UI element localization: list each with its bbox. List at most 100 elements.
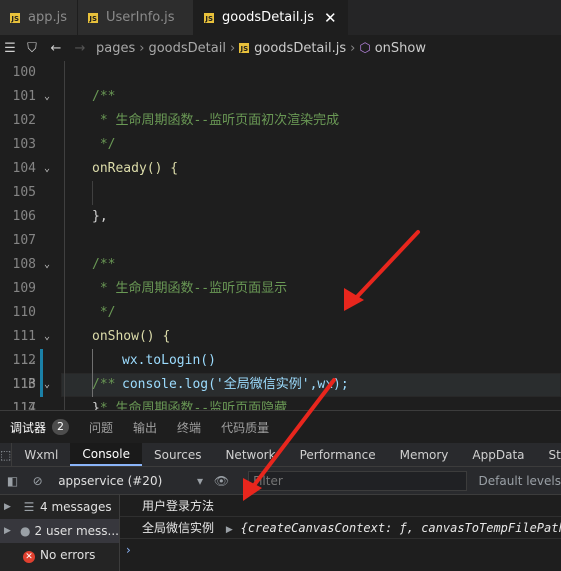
sidebar-item-label: 2 user mess... xyxy=(34,524,119,538)
chevron-right-icon: › xyxy=(139,40,145,56)
line-number: 105 xyxy=(12,185,36,200)
tab-debugger[interactable]: 调试器 2 xyxy=(0,411,79,444)
expand-arrow-icon: ▶ xyxy=(4,502,11,512)
filter-input[interactable] xyxy=(248,470,467,491)
code-text: * 生命周期函数--监听页面初次渲染完成 xyxy=(92,113,340,128)
tab-label: UserInfo.js xyxy=(106,10,175,25)
line-number: 108 xyxy=(12,257,36,272)
console-message[interactable]: 用户登录方法 xyxy=(120,495,561,517)
sidebar-item-label: No errors xyxy=(40,548,96,562)
tab-code-quality[interactable]: 代码质量 xyxy=(211,411,279,444)
sidebar-item-user-messages[interactable]: ▶ ● 2 user mess... xyxy=(0,519,119,543)
sidebar-item-messages[interactable]: ▶ ☰ 4 messages xyxy=(0,495,119,519)
bookmark-icon[interactable]: ⛉ xyxy=(24,41,40,56)
devtools-tab-storage[interactable]: Storag xyxy=(537,443,561,466)
sidebar-item-label: 4 messages xyxy=(40,500,112,514)
tab-output[interactable]: 输出 xyxy=(123,411,167,444)
message-text: 用户登录方法 xyxy=(142,499,215,513)
line-number: 111 xyxy=(12,329,36,344)
tab-label: 终端 xyxy=(177,420,202,435)
code-editor[interactable]: 100 101 ⌄ /** 102 * 生命周期函数--监听页面初次渲染完成 1… xyxy=(0,61,561,410)
devtools-tab-bar: ⬚ Wxml Console Sources Network Performan… xyxy=(0,443,561,467)
breadcrumb-item[interactable]: onShow xyxy=(375,41,426,56)
list-icon: ☰ xyxy=(23,500,35,514)
console-message[interactable]: 全局微信实例 ▶ {createCanvasContext: ƒ, canvas… xyxy=(120,517,561,539)
line-number: 117 xyxy=(12,401,36,410)
code-text: onReady() { xyxy=(92,161,179,176)
expand-arrow-icon[interactable]: ▶ xyxy=(226,525,233,535)
chevron-down-icon[interactable]: ⌄ xyxy=(44,325,50,349)
breadcrumb-item[interactable]: goodsDetail.js xyxy=(254,41,346,56)
code-line: 108 ⌄ /** xyxy=(0,253,561,277)
tab-terminal[interactable]: 终端 xyxy=(167,411,211,444)
code-line: 116 ⌄ /** xyxy=(0,373,561,397)
devtools-tab-sources[interactable]: Sources xyxy=(142,443,213,466)
eye-icon[interactable]: 👁 xyxy=(209,474,234,488)
code-line: 104 ⌄ onReady() { xyxy=(0,157,561,181)
editor-tab-bar: JS app.js JS UserInfo.js JS goodsDetail.… xyxy=(0,0,561,35)
chevron-down-icon[interactable]: ⌄ xyxy=(44,157,50,181)
log-levels-select[interactable]: Default levels xyxy=(479,474,561,488)
devtools-tab-wxml[interactable]: Wxml xyxy=(12,443,70,466)
context-select[interactable]: appservice (#20) ▾ xyxy=(58,474,203,488)
chevron-right-icon: › xyxy=(229,40,236,56)
code-editor-tail: 115 116 ⌄ /** 117 * 生命周期函数--监听页面隐藏 xyxy=(0,361,561,410)
tab-label: 输出 xyxy=(133,420,158,435)
object-preview[interactable]: {createCanvasContext: ƒ, canvasToTempFil… xyxy=(241,521,561,535)
expand-arrow-icon: ▶ xyxy=(4,526,11,536)
line-number: 107 xyxy=(12,233,36,248)
sidebar-toggle-icon[interactable]: ◧ xyxy=(0,474,25,488)
sidebar-item-errors[interactable]: ✕ No errors xyxy=(0,543,119,567)
code-line: 100 xyxy=(0,61,561,85)
tab-userinfo-js[interactable]: JS UserInfo.js xyxy=(78,0,194,35)
chevron-down-icon[interactable]: ⌄ xyxy=(44,253,50,277)
tab-label: goodsDetail.js xyxy=(222,10,314,25)
breadcrumb: ☰ ⛉ ← → pages › goodsDetail › JS goodsDe… xyxy=(0,35,561,61)
breadcrumb-item[interactable]: goodsDetail xyxy=(148,41,225,56)
method-icon: ⬡ xyxy=(359,40,371,56)
line-number: 104 xyxy=(12,161,36,176)
tab-label: 调试器 xyxy=(10,420,47,435)
back-arrow-icon[interactable]: ← xyxy=(48,41,64,56)
line-number: 101 xyxy=(12,89,36,104)
code-line: 107 xyxy=(0,229,561,253)
console-sidebar: ▶ ☰ 4 messages ▶ ● 2 user mess... ✕ No e… xyxy=(0,495,120,571)
tab-goodsdetail-js[interactable]: JS goodsDetail.js ✕ xyxy=(194,0,348,35)
chevron-down-icon[interactable]: ⌄ xyxy=(44,85,50,109)
devtools-tab-memory[interactable]: Memory xyxy=(388,443,461,466)
tab-label: 问题 xyxy=(89,420,114,435)
line-number: 115 xyxy=(0,361,36,373)
code-text: * 生命周期函数--监听页面隐藏 xyxy=(92,401,288,410)
console-output: 用户登录方法 全局微信实例 ▶ {createCanvasContext: ƒ,… xyxy=(120,495,561,571)
devtools-tab-performance[interactable]: Performance xyxy=(288,443,388,466)
tab-app-js[interactable]: JS app.js xyxy=(0,0,78,35)
code-line: 111 ⌄ onShow() { xyxy=(0,325,561,349)
js-file-icon: JS xyxy=(239,43,250,53)
code-text: * 生命周期函数--监听页面显示 xyxy=(92,281,288,296)
list-icon[interactable]: ☰ xyxy=(2,41,18,56)
close-icon[interactable]: ✕ xyxy=(324,9,337,27)
breadcrumb-item[interactable]: pages xyxy=(96,41,135,56)
inspect-element-icon[interactable]: ⬚ xyxy=(0,443,13,466)
devtools-tab-network[interactable]: Network xyxy=(213,443,287,466)
clear-console-icon[interactable]: ⊘ xyxy=(25,474,50,488)
code-text: */ xyxy=(92,305,116,320)
code-line: 110 */ xyxy=(0,301,561,325)
code-line: 109 * 生命周期函数--监听页面显示 xyxy=(0,277,561,301)
code-text: /** xyxy=(92,257,116,272)
code-line: 101 ⌄ /** xyxy=(0,85,561,109)
tab-problems[interactable]: 问题 xyxy=(79,411,123,444)
devtools-tab-appdata[interactable]: AppData xyxy=(460,443,536,466)
code-line: 105 xyxy=(0,181,561,205)
code-line: 115 xyxy=(0,361,561,373)
user-icon: ● xyxy=(19,524,31,538)
error-icon: ✕ xyxy=(18,548,40,563)
code-text: }, xyxy=(92,209,108,224)
forward-arrow-icon[interactable]: → xyxy=(72,41,88,56)
console-prompt[interactable]: › xyxy=(120,539,561,561)
panel-tab-bar: 调试器 2 问题 输出 终端 代码质量 xyxy=(0,410,561,443)
devtools-tab-console[interactable]: Console xyxy=(70,443,142,466)
line-number: 103 xyxy=(12,137,36,152)
chevron-down-icon[interactable]: ⌄ xyxy=(44,373,50,397)
message-text: 全局微信实例 xyxy=(142,521,215,535)
